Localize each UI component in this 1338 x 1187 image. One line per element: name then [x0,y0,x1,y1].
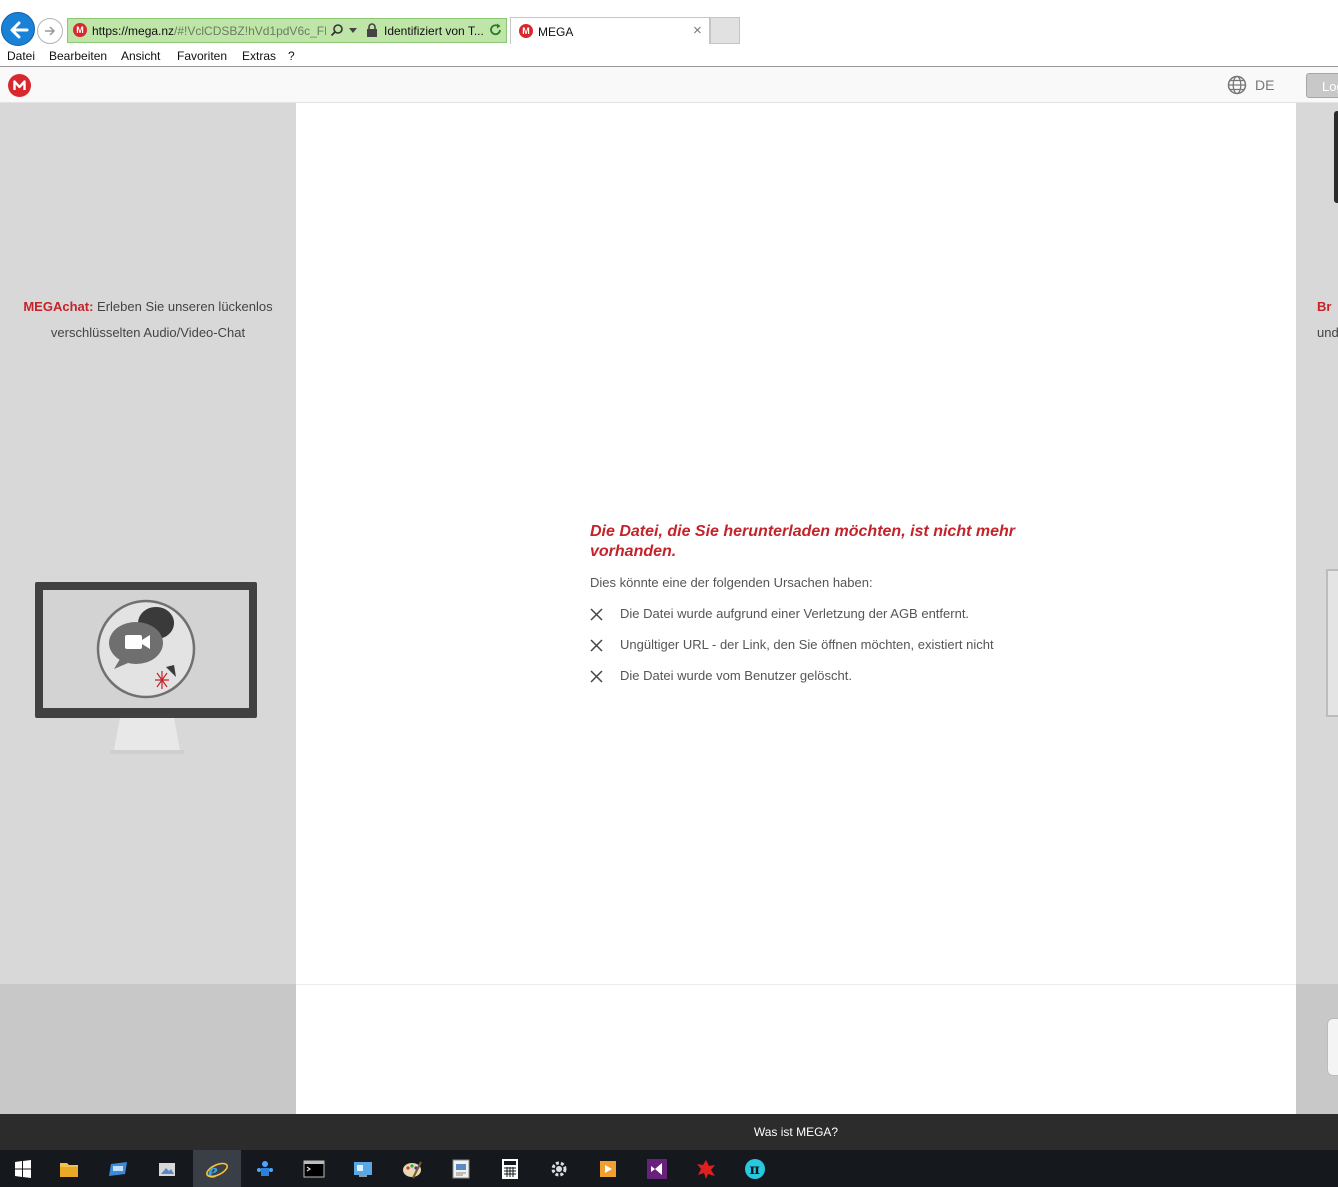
what-is-mega-link[interactable]: Was ist MEGA? [0,1125,1338,1139]
x-icon [590,670,603,683]
device-illustration-edge [1334,111,1338,203]
arrow-left-icon [10,21,29,39]
main-content: Die Datei, die Sie herunterladen möchten… [296,103,1296,984]
red-app-icon [697,1160,715,1179]
bottom-strip-left [0,984,296,1114]
x-icon [590,608,603,621]
close-icon[interactable]: × [693,22,702,39]
search-icon[interactable] [330,23,344,37]
calculator-icon [502,1159,518,1179]
document-viewer-icon [452,1159,470,1179]
taskbar-photos[interactable] [144,1150,192,1187]
menu-help[interactable]: ? [288,49,295,63]
taskbar-document-viewer[interactable] [438,1150,486,1187]
address-bar[interactable]: M https://mega.nz/#!VclCDSBZ!hVd1pdV6c_F… [67,18,507,43]
taskbar-command-prompt[interactable] [291,1150,339,1187]
menu-ansicht[interactable]: Ansicht [121,49,160,63]
taskbar-app-pi[interactable]: π [732,1150,780,1187]
taskbar-remote-desktop[interactable] [340,1150,388,1187]
network-users-icon [257,1161,273,1176]
taskbar-settings[interactable] [536,1150,584,1187]
forward-button[interactable] [37,18,63,44]
megachat-brand: MEGAchat: [23,299,94,314]
start-button[interactable] [0,1150,48,1187]
error-intro: Dies könnte eine der folgenden Ursachen … [590,575,873,590]
menu-bearbeiten[interactable]: Bearbeiten [49,49,107,63]
reason-text: Ungültiger URL - der Link, den Sie öffne… [620,637,994,652]
site-identity[interactable]: Identifiziert von T... [384,24,484,38]
reason-text: Die Datei wurde vom Benutzer gelöscht. [620,668,852,683]
card-edge [1327,1018,1338,1076]
x-icon [590,639,603,652]
paint-palette-icon [403,1161,422,1179]
right-promo-line: und [1317,325,1338,340]
chevron-down-icon[interactable] [349,28,357,33]
mega-favicon-icon: M [73,23,87,37]
remote-desktop-icon [354,1162,372,1177]
tab-title: MEGA [538,25,574,39]
pi-app-icon: π [745,1159,765,1179]
taskbar-visual-studio[interactable] [634,1150,682,1187]
menu-extras[interactable]: Extras [242,49,276,63]
megachat-promo: MEGAchat: Erleben Sie unseren lückenlos … [0,294,296,346]
taskbar-server-manager[interactable] [95,1150,143,1187]
tab-mega[interactable]: M MEGA × [510,17,710,44]
arrow-right-icon [45,26,56,36]
taskbar-calculator[interactable] [487,1150,535,1187]
refresh-icon[interactable] [489,23,503,37]
menu-favoriten[interactable]: Favoriten [177,49,227,63]
left-promo-panel: MEGAchat: Erleben Sie unseren lückenlos … [0,103,296,984]
monitor-video-chat-illustration [35,582,257,754]
taskbar-paint[interactable] [389,1150,437,1187]
server-manager-icon [109,1162,127,1176]
taskbar-network-tool[interactable] [242,1150,290,1187]
right-promo-text: Br und [1317,294,1338,346]
menu-datei[interactable]: Datei [7,49,35,63]
new-tab-button[interactable] [710,17,740,44]
url-text[interactable]: https://mega.nz/#!VclCDSBZ!hVd1pdV6c_FE4 [92,24,326,38]
login-button[interactable]: Login [1306,73,1338,98]
browser-toolbar: M https://mega.nz/#!VclCDSBZ!hVd1pdV6c_F… [0,0,1338,46]
taskbar-internet-explorer[interactable]: e [193,1150,241,1187]
visual-studio-icon [647,1159,667,1179]
gear-icon [551,1161,567,1177]
bottom-strip-main [296,984,1296,1114]
language-selector[interactable]: DE [1255,77,1274,93]
command-prompt-icon [303,1160,325,1178]
lock-icon[interactable] [366,23,378,37]
photos-icon [159,1163,175,1176]
internet-explorer-icon: e [206,1158,228,1182]
back-button[interactable] [1,12,35,46]
taskbar-file-explorer[interactable] [46,1150,94,1187]
menu-bar: Datei Bearbeiten Ansicht Favoriten Extra… [0,46,1338,67]
reason-text: Die Datei wurde aufgrund einer Verletzun… [620,606,970,621]
frame-illustration-edge [1326,569,1338,717]
bottom-strip-right [1296,984,1338,1114]
error-title: Die Datei, die Sie herunterladen möchten… [590,523,1015,560]
windows-logo-icon [15,1160,31,1178]
media-player-icon [600,1161,616,1177]
taskbar-app-red[interactable] [683,1150,731,1187]
mega-logo-icon [13,80,26,90]
taskbar: e π [0,1150,1338,1187]
mega-logo[interactable] [8,74,31,97]
site-header: DE Login [0,67,1338,103]
what-is-mega-bar: Was ist MEGA? [0,1114,1338,1150]
mega-favicon-icon: M [519,24,533,38]
globe-icon[interactable] [1227,75,1247,95]
svg-text:π: π [750,1162,760,1178]
right-promo-panel: Br und [1296,103,1338,984]
taskbar-media-player[interactable] [585,1150,633,1187]
folder-icon [60,1163,78,1177]
right-promo-brand: Br [1317,299,1332,314]
